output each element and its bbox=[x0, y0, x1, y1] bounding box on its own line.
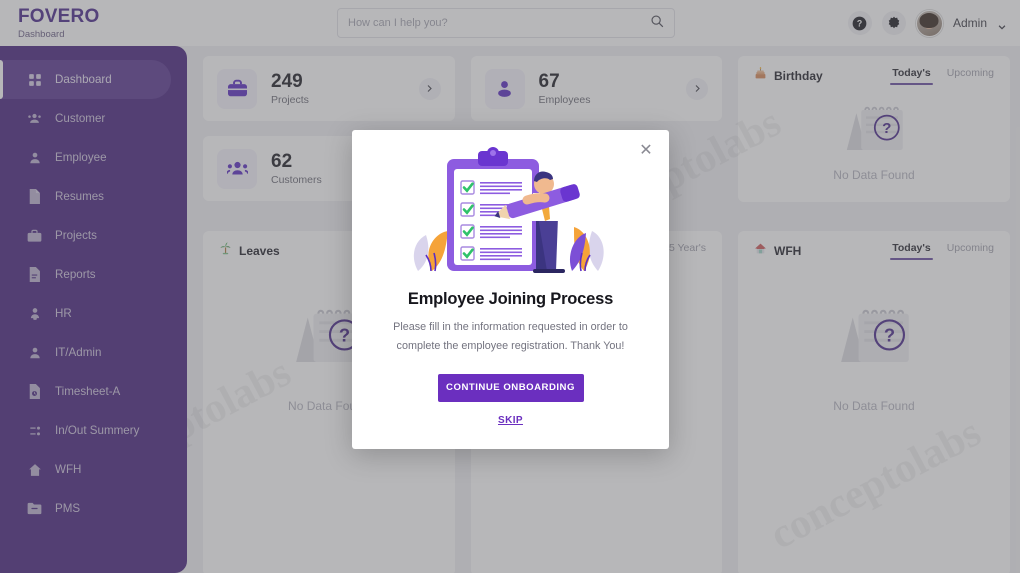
modal-title: Employee Joining Process bbox=[407, 290, 614, 308]
onboarding-modal: ✕ Employee Joining Process Please fill i… bbox=[352, 130, 669, 449]
skip-button[interactable]: SKIP bbox=[498, 415, 523, 426]
continue-onboarding-button[interactable]: CONTINUE ONBOARDING bbox=[437, 373, 584, 402]
onboarding-illustration bbox=[352, 130, 669, 275]
modal-description: Please fill in the information requested… bbox=[393, 321, 628, 352]
close-icon[interactable]: ✕ bbox=[637, 142, 655, 160]
